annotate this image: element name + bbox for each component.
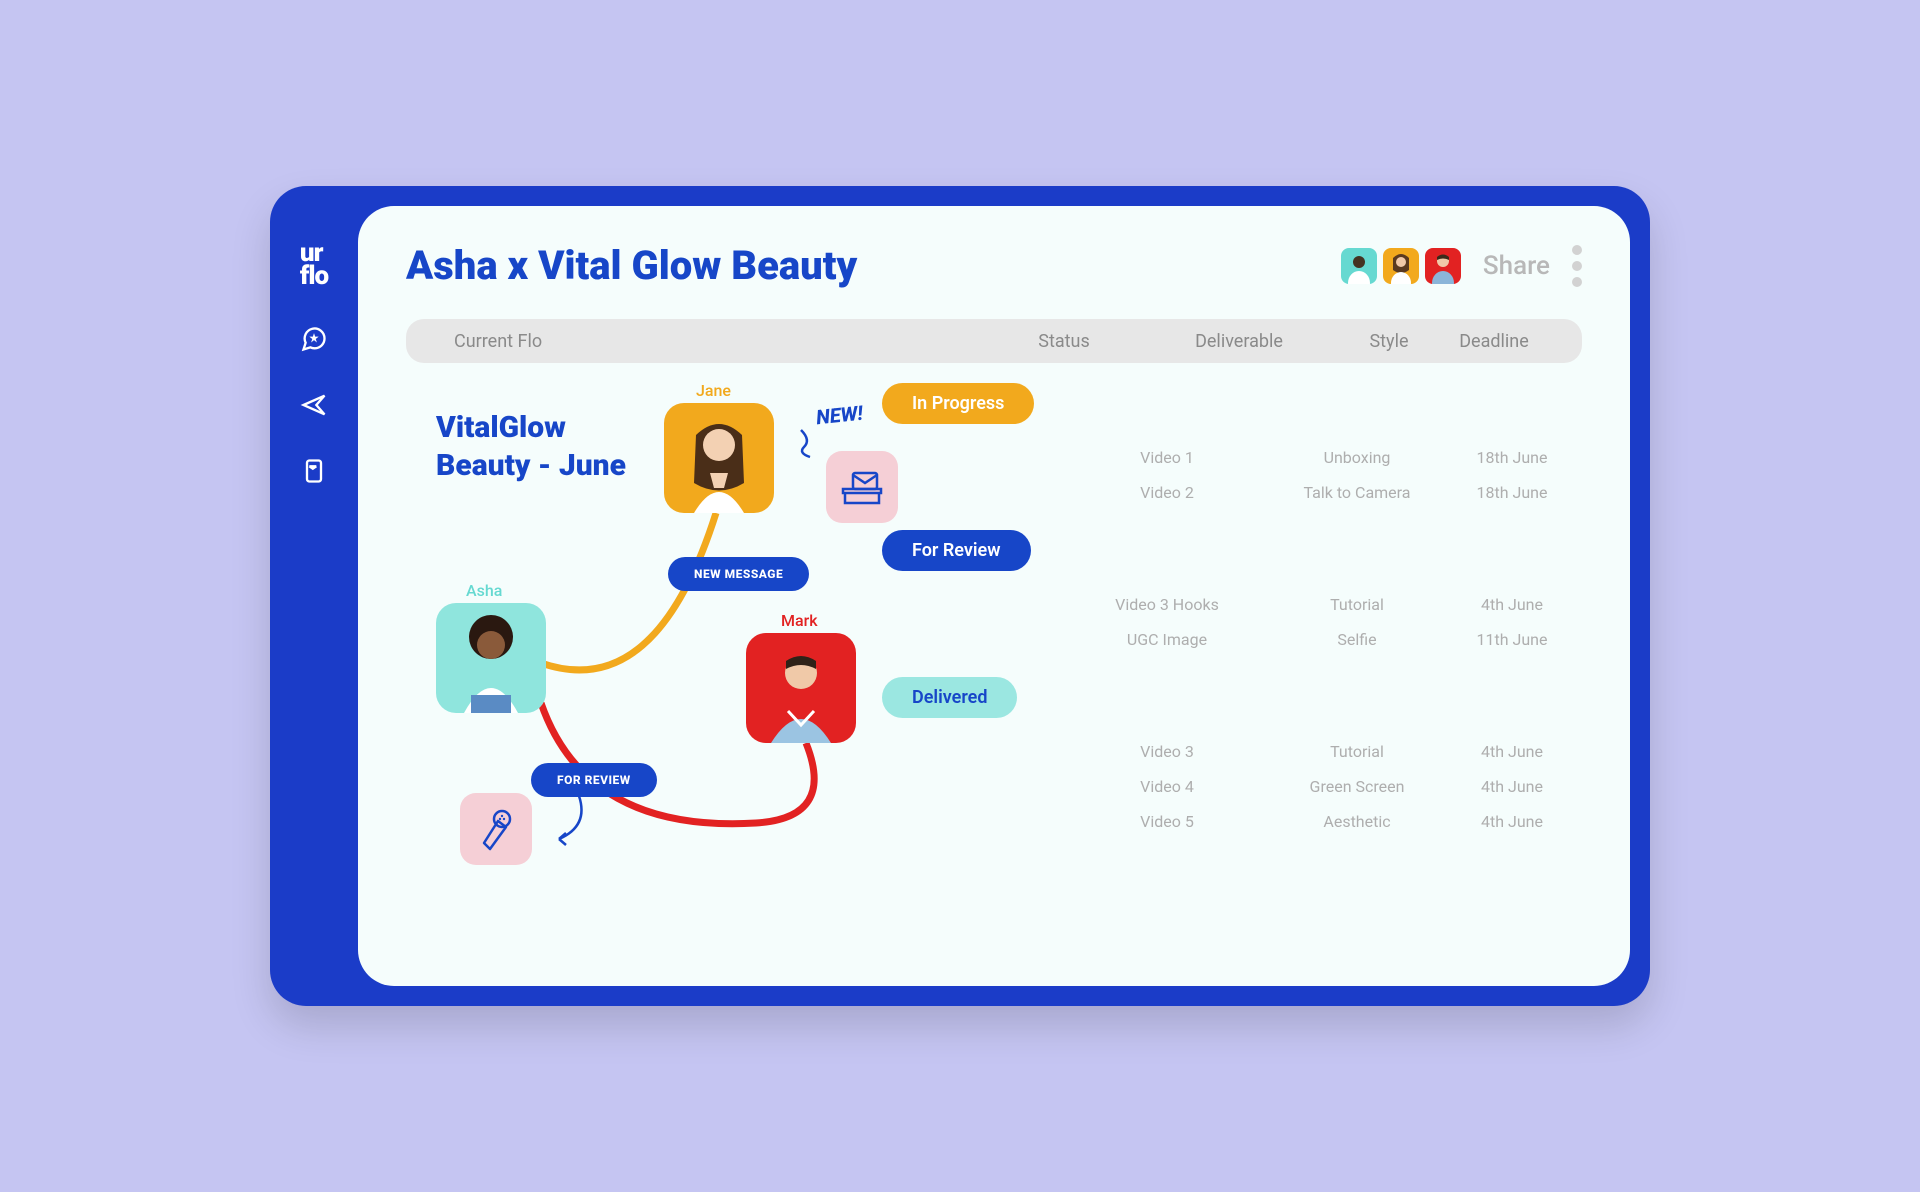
app-frame: urflo Asha x Vital Glow Beauty xyxy=(270,186,1650,1006)
table-row: Video 2 Talk to Camera 18th June xyxy=(882,475,1582,510)
col-style: Style xyxy=(1324,331,1454,352)
cell-deliverable: Video 1 xyxy=(1062,448,1272,467)
cell-deliverable: Video 2 xyxy=(1062,483,1272,502)
cell-style: Tutorial xyxy=(1272,742,1442,761)
status-column: In Progress Video 1 Unboxing 18th June V… xyxy=(882,383,1582,903)
cell-style: Unboxing xyxy=(1272,448,1442,467)
arrow-down-icon xyxy=(544,791,594,851)
cell-deliverable: Video 5 xyxy=(1062,812,1272,831)
label-jane: Jane xyxy=(696,381,731,400)
col-deadline: Deadline xyxy=(1454,331,1534,352)
flo-title: VitalGlow Beauty - June xyxy=(436,409,656,484)
content: VitalGlow Beauty - June Jane xyxy=(406,383,1582,903)
label-mark: Mark xyxy=(781,611,818,630)
share-button[interactable]: Share xyxy=(1483,251,1550,281)
person-card-asha[interactable] xyxy=(436,603,546,713)
sidebar: urflo xyxy=(270,186,358,1006)
status-pill-in-progress[interactable]: In Progress xyxy=(882,383,1034,424)
cell-deadline: 18th June xyxy=(1442,483,1582,502)
col-status: Status xyxy=(974,331,1154,352)
table-row: Video 3 Hooks Tutorial 4th June xyxy=(882,587,1582,622)
cell-deliverable: Video 3 xyxy=(1062,742,1272,761)
column-header-bar: Current Flo Status Deliverable Style Dea… xyxy=(406,319,1582,363)
cell-deadline: 11th June xyxy=(1442,630,1582,649)
table-row: Video 3 Tutorial 4th June xyxy=(882,734,1582,769)
avatar-stack xyxy=(1341,248,1461,284)
chat-star-icon[interactable] xyxy=(298,323,330,355)
table-row: Video 1 Unboxing 18th June xyxy=(882,440,1582,475)
cell-deliverable: Video 3 Hooks xyxy=(1062,595,1272,614)
cell-deadline: 4th June xyxy=(1442,742,1582,761)
cell-style: Green Screen xyxy=(1272,777,1442,796)
cell-deadline: 4th June xyxy=(1442,777,1582,796)
cell-deliverable: UGC Image xyxy=(1062,630,1272,649)
person-card-mark[interactable] xyxy=(746,633,856,743)
logo: urflo xyxy=(300,242,328,289)
avatar-mini-3[interactable] xyxy=(1425,248,1461,284)
send-icon[interactable] xyxy=(298,389,330,421)
status-pill-for-review[interactable]: For Review xyxy=(882,530,1031,571)
person-card-jane[interactable] xyxy=(664,403,774,513)
mail-phone-icon[interactable] xyxy=(298,455,330,487)
label-asha: Asha xyxy=(466,581,502,600)
avatar-mini-2[interactable] xyxy=(1383,248,1419,284)
cell-style: Tutorial xyxy=(1272,595,1442,614)
avatar-mini-1[interactable] xyxy=(1341,248,1377,284)
flo-canvas: VitalGlow Beauty - June Jane xyxy=(406,383,882,903)
table-row: Video 5 Aesthetic 4th June xyxy=(882,804,1582,839)
col-current-flo: Current Flo xyxy=(454,331,974,352)
cell-style: Selfie xyxy=(1272,630,1442,649)
cell-deadline: 18th June xyxy=(1442,448,1582,467)
page-title: Asha x Vital Glow Beauty xyxy=(406,242,857,289)
pill-new-message[interactable]: New Message xyxy=(668,557,809,591)
header-right: Share xyxy=(1341,245,1582,287)
table-row: Video 4 Green Screen 4th June xyxy=(882,769,1582,804)
cell-style: Talk to Camera xyxy=(1272,483,1442,502)
status-block-delivered: Delivered Video 3 Tutorial 4th June Vide… xyxy=(882,677,1582,839)
more-menu-icon[interactable] xyxy=(1572,245,1582,287)
col-deliverable: Deliverable xyxy=(1154,331,1324,352)
mail-badge-icon[interactable] xyxy=(826,451,898,523)
cell-deadline: 4th June xyxy=(1442,595,1582,614)
cell-deadline: 4th June xyxy=(1442,812,1582,831)
cell-style: Aesthetic xyxy=(1272,812,1442,831)
status-pill-delivered[interactable]: Delivered xyxy=(882,677,1017,718)
phone-badge-icon[interactable] xyxy=(460,793,532,865)
status-block-in-progress: In Progress Video 1 Unboxing 18th June V… xyxy=(882,383,1582,510)
cell-deliverable: Video 4 xyxy=(1062,777,1272,796)
status-block-for-review: For Review Video 3 Hooks Tutorial 4th Ju… xyxy=(882,530,1582,657)
main-card: Asha x Vital Glow Beauty Share xyxy=(358,206,1630,986)
header: Asha x Vital Glow Beauty Share xyxy=(406,242,1582,289)
table-row: UGC Image Selfie 11th June xyxy=(882,622,1582,657)
